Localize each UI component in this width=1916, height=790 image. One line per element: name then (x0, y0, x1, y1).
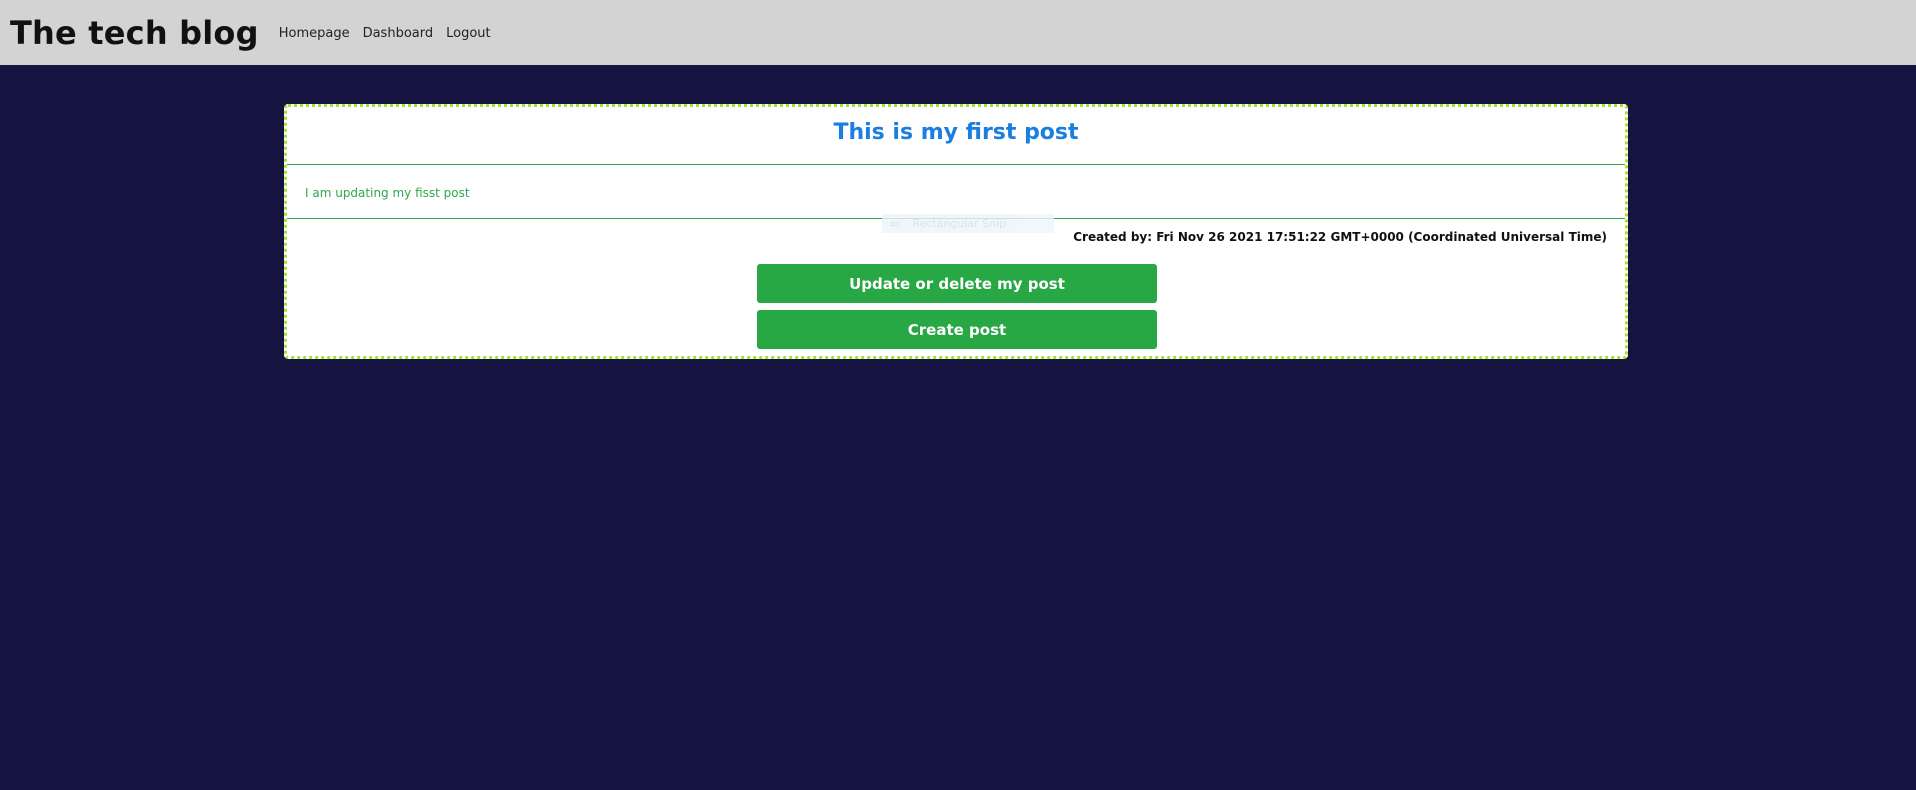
post-title-divider (287, 164, 1625, 165)
update-delete-post-button[interactable]: Update or delete my post (757, 264, 1157, 303)
site-title: The tech blog (10, 13, 259, 52)
post-card: This is my first post I am updating my f… (284, 104, 1628, 359)
nav-links: Homepage Dashboard Logout (279, 26, 504, 41)
nav-link-logout[interactable]: Logout (446, 26, 491, 41)
snip-tooltip-label: Rectangular Snip (912, 217, 1007, 230)
post-body: I am updating my fisst post (305, 186, 470, 200)
snip-tooltip: ▭ Rectangular Snip (882, 214, 1054, 233)
create-post-button[interactable]: Create post (757, 310, 1157, 349)
post-created-by: Created by: Fri Nov 26 2021 17:51:22 GMT… (1073, 230, 1607, 244)
nav-link-dashboard[interactable]: Dashboard (363, 26, 434, 41)
post-title: This is my first post (833, 120, 1079, 145)
snip-icon: ▭ (890, 217, 901, 230)
nav-link-homepage[interactable]: Homepage (279, 26, 350, 41)
navbar: The tech blog Homepage Dashboard Logout (0, 0, 1916, 65)
